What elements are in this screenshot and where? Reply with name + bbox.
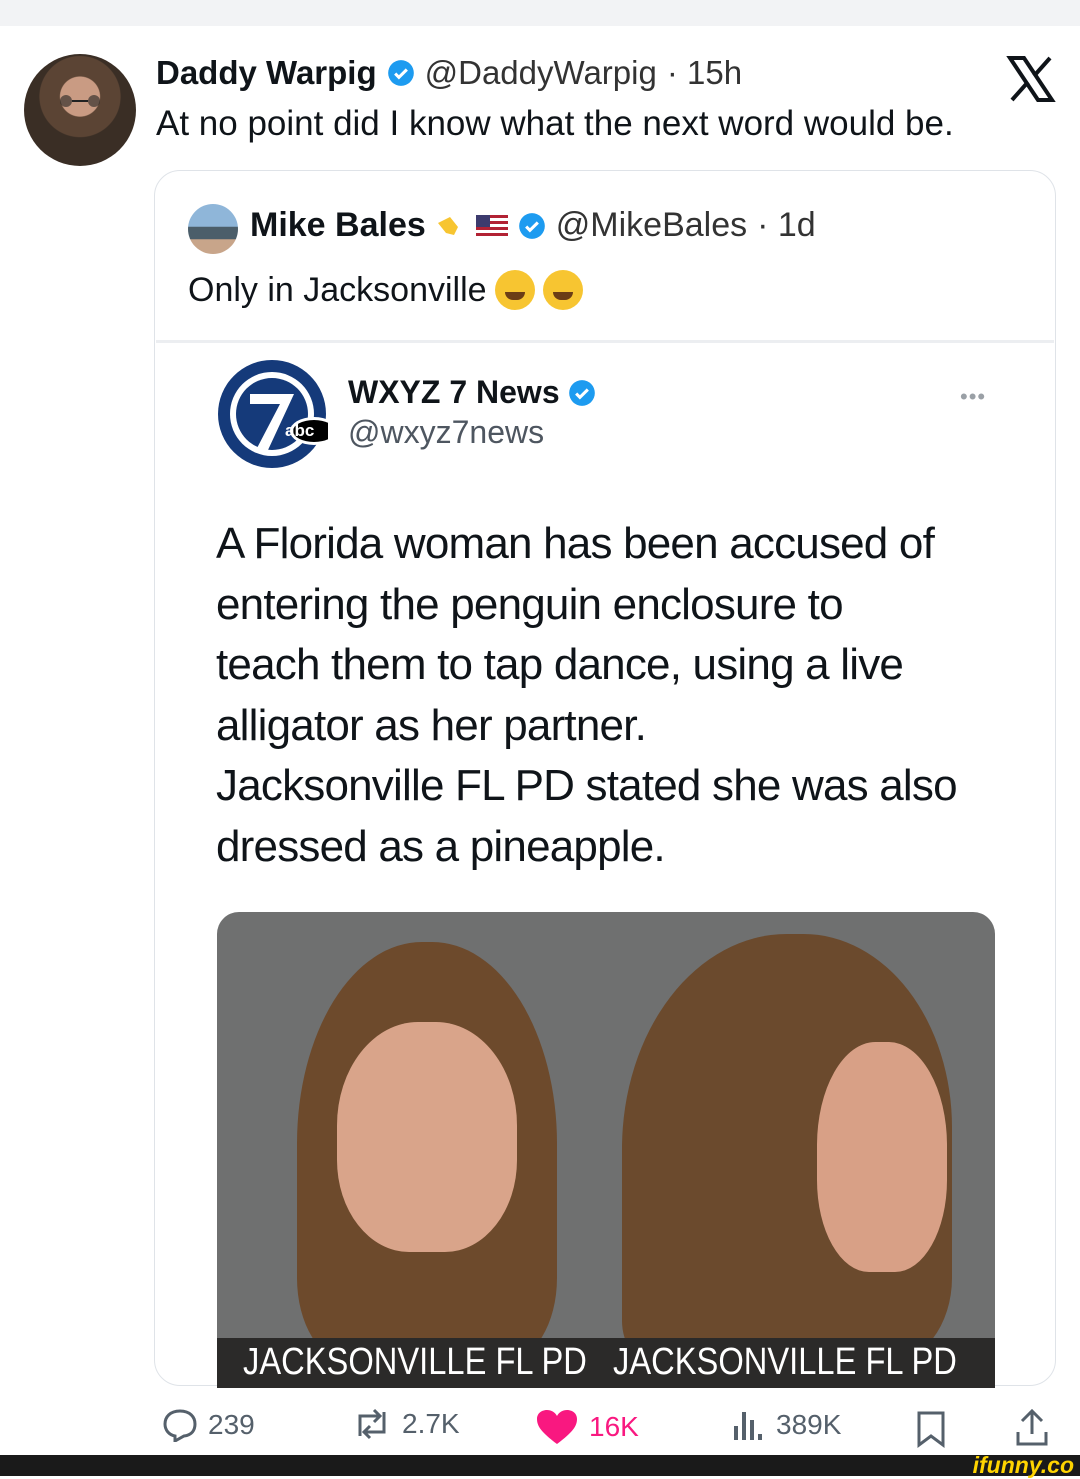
repost-icon <box>358 1408 386 1440</box>
top-strip <box>0 0 1080 26</box>
repost-button[interactable]: 2.7K <box>352 1408 460 1440</box>
text-line: A Florida woman has been accused of <box>216 519 935 568</box>
caption-left: JACKSONVILLE FL PD <box>243 1341 587 1383</box>
text-line: alligator as her partner. <box>216 700 647 750</box>
verified-badge-icon <box>518 212 545 239</box>
repost-count: 2.7K <box>402 1408 460 1439</box>
more-options-icon[interactable]: ••• <box>960 384 986 410</box>
action-bar: 239 2.7K 16K 389K <box>0 1408 1080 1452</box>
bookmark-icon[interactable] <box>916 1410 946 1448</box>
views-icon <box>734 1412 762 1440</box>
smirk-emoji-icon <box>542 270 583 310</box>
laughing-emoji-icon <box>494 270 535 310</box>
tweet-text: At no point did I know what the next wor… <box>156 104 954 143</box>
x-logo-icon[interactable] <box>1006 56 1056 102</box>
reply-icon <box>163 1409 197 1442</box>
embedded-author-handle[interactable]: @wxyz7news <box>348 414 544 451</box>
reply-count: 239 <box>208 1409 255 1440</box>
reply-button[interactable]: 239 <box>162 1408 255 1442</box>
text-line: Jacksonville FL PD stated she was also <box>216 761 958 810</box>
verified-badge-icon <box>387 60 414 86</box>
profile-face <box>817 1042 947 1272</box>
caption-right: JACKSONVILLE FL PD <box>613 1341 957 1383</box>
abc-logo-text: abc <box>285 421 315 440</box>
embedded-author-name[interactable]: WXYZ 7 News <box>348 374 560 411</box>
text-line: dressed as a pineapple. <box>216 821 666 871</box>
wxyz-7-logo-icon[interactable] <box>216 358 328 470</box>
embedded-tweet-text: A Florida woman has been accused of ente… <box>216 514 1016 877</box>
text-line: teach them to tap dance, using a live <box>216 640 904 689</box>
author-handle[interactable]: @DaddyWarpig <box>425 54 657 92</box>
quote-header: Mike Bales @MikeBales · 1d <box>250 206 816 245</box>
quote-time: · 1d <box>757 206 816 244</box>
ifunny-watermark: ifunny.co <box>972 1452 1074 1478</box>
quote-author-avatar[interactable] <box>188 204 238 254</box>
author-name[interactable]: Daddy Warpig <box>156 54 377 92</box>
mugshot-image[interactable]: JACKSONVILLE FL PD JACKSONVILLE FL PD <box>217 912 995 1388</box>
glasses-graphic <box>60 95 100 107</box>
embedded-author-row: WXYZ 7 News <box>348 374 596 411</box>
like-count: 16K <box>589 1411 639 1442</box>
quote-author-name[interactable]: Mike Bales <box>250 206 426 245</box>
view-count: 389K <box>776 1409 842 1440</box>
quote-author-handle[interactable]: @MikeBales <box>556 206 747 245</box>
us-flag-icon <box>475 214 508 237</box>
text-line: entering the penguin enclosure to <box>216 579 844 629</box>
author-avatar[interactable] <box>24 54 136 166</box>
tweet-time: · 15h <box>666 54 743 91</box>
share-icon[interactable] <box>1014 1408 1050 1448</box>
quote-text: Only in Jacksonville <box>188 270 487 309</box>
quote-text-row: Only in Jacksonville <box>188 270 583 310</box>
front-face <box>337 1022 517 1252</box>
tweet-header: Daddy Warpig @DaddyWarpig · 15h <box>156 54 742 92</box>
quote-divider <box>156 340 1054 343</box>
like-button[interactable]: 16K <box>535 1408 639 1446</box>
watermark-bar <box>0 1455 1080 1476</box>
saluting-hand-icon <box>437 216 458 235</box>
heart-icon <box>537 1410 577 1444</box>
verified-badge-icon <box>568 379 595 406</box>
views-button[interactable]: 389K <box>730 1408 841 1442</box>
